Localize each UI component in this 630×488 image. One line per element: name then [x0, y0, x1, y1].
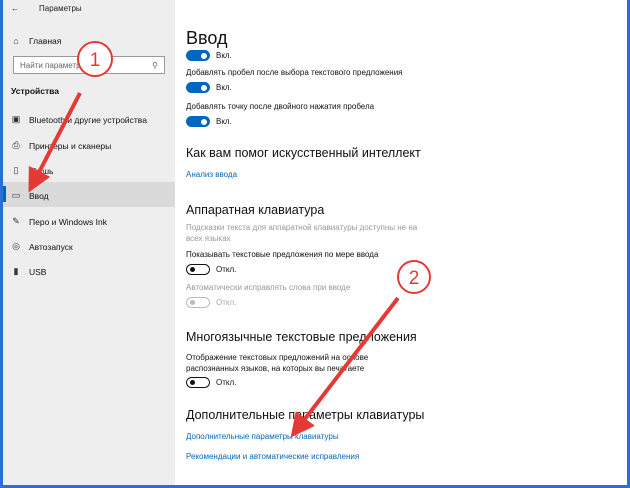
search-input[interactable]: Найти параметр ⚲	[13, 56, 165, 74]
toggle-state: Откл.	[216, 378, 237, 387]
toggle-previous[interactable]	[186, 50, 210, 61]
selected-indicator	[3, 186, 6, 202]
pen-icon: ✎	[12, 216, 20, 226]
item-label: Автозапуск	[29, 241, 73, 252]
search-placeholder: Найти параметр	[20, 61, 81, 70]
search-icon: ⚲	[152, 61, 158, 70]
item-label: Ввод	[29, 190, 49, 201]
toggle-label: Отображение текстовых предложений на осн…	[186, 353, 369, 373]
keyboard-icon: ▭	[11, 190, 21, 200]
toggle-add-period[interactable]	[186, 116, 210, 127]
sidebar-item-printers[interactable]: ⎙ Принтеры и сканеры	[11, 140, 111, 151]
item-label: USB	[29, 266, 47, 277]
toggle-label: Добавлять пробел после выбора текстового…	[186, 68, 403, 77]
sidebar: ← Параметры ⌂ Главная Найти параметр ⚲ Уст…	[3, 0, 175, 485]
toggle-label: Показывать текстовые предложения по мере…	[186, 250, 379, 259]
devices-icon: ▣	[11, 114, 21, 124]
sidebar-item-mouse[interactable]: ▯ Мышь	[11, 165, 54, 176]
toggle-autocorrect[interactable]	[186, 297, 210, 308]
toggle-label: Автоматически исправлять слова при вводе	[186, 283, 351, 292]
section-heading: Как вам помог искусственный интеллект	[186, 146, 421, 160]
section-heading: Аппаратная клавиатура	[186, 203, 325, 217]
toggle-state: Вкл.	[216, 117, 232, 126]
item-label: Принтеры и сканеры	[29, 140, 112, 151]
home-icon: ⌂	[13, 36, 19, 46]
settings-window: ← Параметры ⌂ Главная Найти параметр ⚲ Уст…	[0, 0, 630, 488]
section-heading: Устройства	[11, 86, 59, 96]
home-label: Главная	[29, 36, 62, 46]
sidebar-item-autoplay[interactable]: ◎ Автозапуск	[11, 241, 73, 252]
mouse-icon: ▯	[13, 165, 19, 175]
sidebar-item-pen[interactable]: ✎ Перо и Windows Ink	[11, 216, 107, 227]
page-title: Ввод	[186, 28, 228, 48]
hint-text: Подсказки текста для аппаратной клавиату…	[186, 223, 418, 243]
toggle-label: Добавлять точку после двойного нажатия п…	[186, 102, 375, 111]
typing-insights-link[interactable]: Анализ ввода	[186, 170, 237, 179]
item-label: Bluetooth и другие устройства	[29, 114, 147, 125]
back-arrow-icon[interactable]: ←	[11, 4, 19, 13]
usb-icon: ▮	[13, 266, 19, 276]
toggle-multilingual[interactable]	[186, 377, 210, 388]
autoplay-icon: ◎	[12, 241, 20, 251]
suggestions-link[interactable]: Рекомендации и автоматические исправлени…	[186, 452, 359, 461]
item-label: Перо и Windows Ink	[29, 216, 107, 227]
advanced-keyboard-link[interactable]: Дополнительные параметры клавиатуры	[186, 432, 339, 441]
toggle-state: Вкл.	[216, 51, 232, 60]
toggle-state: Откл.	[216, 265, 237, 274]
window-title: Параметры	[39, 4, 82, 13]
sidebar-item-input[interactable]: ▭ Ввод	[11, 190, 49, 201]
item-label: Мышь	[29, 165, 54, 176]
section-heading: Дополнительные параметры клавиатуры	[186, 408, 425, 422]
sidebar-item-bluetooth[interactable]: ▣ Bluetooth и другие устройства	[11, 114, 147, 125]
sidebar-item-usb[interactable]: ▮ USB	[11, 266, 47, 277]
section-heading: Многоязычные текстовые предложения	[186, 330, 417, 344]
toggle-state: Откл.	[216, 298, 237, 307]
sidebar-item-home[interactable]: ⌂ Главная	[11, 36, 61, 46]
printer-icon: ⎙	[12, 140, 20, 150]
toggle-add-space[interactable]	[186, 82, 210, 93]
toggle-show-suggestions[interactable]	[186, 264, 210, 275]
title-bar: ← Параметры	[11, 4, 82, 13]
toggle-state: Вкл.	[216, 83, 232, 92]
